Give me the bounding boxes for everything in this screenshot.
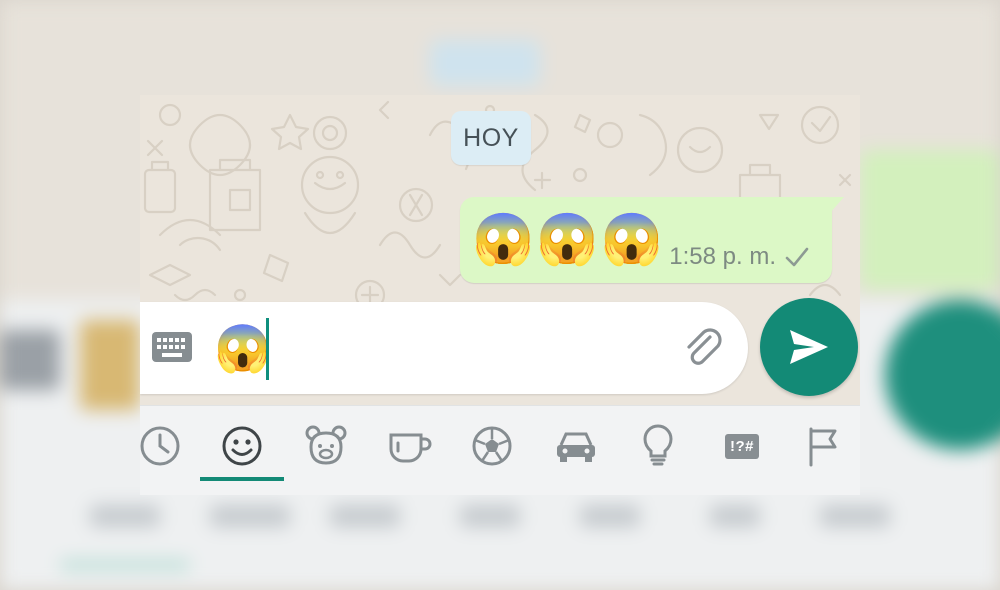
tab-symbols[interactable]: !?# bbox=[714, 418, 770, 474]
paperclip-icon[interactable] bbox=[680, 324, 728, 372]
message-input[interactable]: 😱 bbox=[214, 320, 271, 376]
outgoing-message-bubble[interactable]: 😱😱😱 1:58 p. m. bbox=[460, 197, 844, 283]
lightbulb-icon bbox=[643, 424, 673, 466]
smiley-icon bbox=[222, 426, 262, 466]
bear-icon bbox=[305, 425, 347, 465]
active-tab-indicator bbox=[200, 477, 284, 481]
keyboard-icon[interactable] bbox=[152, 332, 192, 362]
tab-food[interactable] bbox=[382, 418, 438, 474]
tab-objects[interactable] bbox=[630, 418, 686, 474]
bubble-tail-shape bbox=[830, 197, 844, 213]
tab-travel[interactable] bbox=[548, 418, 604, 474]
soccer-ball-icon bbox=[472, 426, 512, 466]
flag-icon bbox=[809, 427, 837, 467]
send-arrow-icon bbox=[790, 330, 828, 364]
single-check-icon bbox=[785, 247, 809, 267]
message-emojis: 😱😱😱 bbox=[472, 211, 665, 267]
send-button[interactable] bbox=[760, 298, 858, 396]
date-chip: HOY bbox=[451, 111, 531, 165]
message-time: 1:58 p. m. bbox=[669, 243, 776, 270]
message-composer[interactable]: 😱 bbox=[140, 302, 748, 394]
coffee-cup-icon bbox=[389, 433, 432, 463]
message-meta: 1:58 p. m. bbox=[669, 243, 810, 271]
car-icon bbox=[557, 432, 595, 462]
tab-flags[interactable] bbox=[796, 418, 852, 474]
tab-recent[interactable] bbox=[140, 418, 188, 474]
tab-animals[interactable] bbox=[298, 418, 354, 474]
tab-activities[interactable] bbox=[464, 418, 520, 474]
text-caret bbox=[266, 318, 269, 380]
whatsapp-chat-screen: HOY 😱😱😱 1:58 p. m. 😱 !?# bbox=[140, 95, 860, 495]
tab-smileys[interactable] bbox=[214, 418, 270, 474]
symbols-icon: !?# bbox=[725, 433, 759, 459]
clock-icon bbox=[140, 426, 180, 466]
emoji-category-tabs: !?# bbox=[140, 405, 860, 495]
